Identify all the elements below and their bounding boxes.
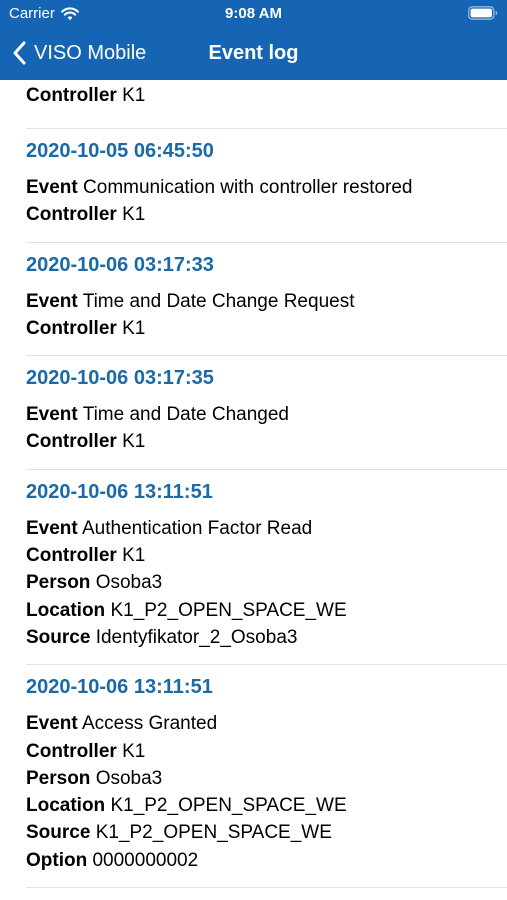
field-value: Identyfikator_2_Osoba3	[95, 626, 298, 648]
divider	[26, 468, 507, 470]
field-label: Person	[26, 767, 91, 789]
status-time: 9:08 AM	[225, 5, 282, 22]
app-screen: Carrier 9:08 AM VISO Mobile Event log Co…	[0, 0, 507, 900]
divider	[26, 887, 507, 889]
field-label: Controller	[26, 545, 117, 567]
field-label: Event	[26, 177, 78, 198]
field-controller: Controller K1	[26, 201, 507, 228]
field-label: Controller	[26, 204, 117, 226]
field-event: Event Time and Date Change Request	[26, 288, 507, 315]
field-event: Event Time and Date Changed	[26, 401, 507, 428]
field-label: Event	[26, 517, 78, 539]
field-label: Controller	[26, 85, 117, 106]
field-label: Location	[26, 599, 106, 621]
event-details: Event Time and Date Changed Controller K…	[26, 401, 507, 469]
status-bar: Carrier 9:08 AM	[0, 0, 507, 28]
field-value: K1	[122, 545, 146, 567]
field-value: Osoba3	[95, 572, 163, 594]
field-label: Source	[26, 626, 91, 648]
field-option: Option 0000000002	[26, 847, 507, 874]
event-entry[interactable]: 2020-10-06 13:11:51 Event Authentication…	[0, 480, 507, 664]
divider	[26, 664, 507, 666]
field-value: Access Granted	[81, 713, 218, 735]
field-person: Person Osoba3	[26, 765, 507, 792]
page-title: Event log	[208, 42, 299, 64]
field-label: Event	[26, 290, 78, 312]
field-source: Source K1_P2_OPEN_SPACE_WE	[26, 819, 507, 846]
field-person: Person Osoba3	[26, 569, 507, 596]
field-location: Location K1_P2_OPEN_SPACE_WE	[26, 792, 507, 819]
event-timestamp: 2020-10-06 03:17:33	[26, 253, 214, 276]
event-entry-partial[interactable]: Controller K1	[0, 80, 507, 128]
field-value: K1	[122, 85, 146, 106]
field-value: K1_P2_OPEN_SPACE_WE	[95, 822, 332, 844]
field-controller: Controller K1	[26, 542, 507, 569]
field-controller: Controller K1	[26, 315, 507, 342]
field-label: Source	[26, 822, 91, 844]
field-label: Controller	[26, 431, 117, 453]
field-controller: Controller K1	[26, 428, 507, 455]
field-controller: Controller K1	[26, 82, 507, 109]
field-label: Controller	[26, 740, 117, 762]
field-label: Event	[26, 404, 78, 426]
field-label: Option	[26, 849, 88, 871]
battery-icon	[468, 6, 498, 20]
field-value: K1	[122, 740, 146, 762]
event-timestamp: 2020-10-06 13:11:51	[26, 676, 213, 699]
field-label: Location	[26, 795, 106, 817]
navigation-bar: VISO Mobile Event log	[0, 28, 507, 80]
field-source: Source Identyfikator_2_Osoba3	[26, 624, 507, 651]
field-value: Osoba3	[95, 767, 163, 789]
event-timestamp: 2020-10-06 03:17:35	[26, 367, 214, 390]
field-value: K1_P2_OPEN_SPACE_WE	[110, 795, 347, 817]
event-details: Event Access Granted Controller K1 Perso…	[26, 710, 507, 887]
field-value: K1	[122, 204, 146, 226]
top-bar: Carrier 9:08 AM VISO Mobile Event log	[0, 0, 507, 80]
event-entry[interactable]: 2020-10-06 03:17:35 Event Time and Date …	[0, 366, 507, 469]
field-label: Person	[26, 572, 91, 594]
field-event: Event Authentication Factor Read	[26, 515, 507, 542]
field-controller: Controller K1	[26, 738, 507, 765]
field-value: K1_P2_OPEN_SPACE_WE	[110, 599, 347, 621]
field-label: Event	[26, 713, 78, 735]
field-event: Event Communication with controller rest…	[26, 174, 507, 201]
divider	[26, 355, 507, 357]
event-entry[interactable]: 2020-10-05 06:45:50 Event Communication …	[0, 139, 507, 242]
field-value: Communication with controller restored	[83, 177, 413, 198]
event-timestamp: 2020-10-05 06:45:50	[26, 140, 214, 162]
divider	[26, 128, 507, 129]
field-value: 0000000002	[92, 849, 199, 871]
field-value: Time and Date Change Request	[82, 290, 355, 312]
event-timestamp: 2020-10-06 13:11:51	[26, 480, 213, 503]
divider	[26, 241, 507, 243]
event-details: Event Communication with controller rest…	[26, 174, 507, 242]
event-entry[interactable]: 2020-10-06 13:11:51 Event Access Granted…	[0, 675, 507, 887]
field-event: Event Access Granted	[26, 710, 507, 737]
field-value: Authentication Factor Read	[81, 517, 313, 539]
field-value: K1	[122, 431, 146, 453]
field-value: K1	[122, 317, 146, 339]
field-label: Controller	[26, 317, 117, 339]
field-location: Location K1_P2_OPEN_SPACE_WE	[26, 597, 507, 624]
event-details: Event Time and Date Change Request Contr…	[26, 288, 507, 356]
field-value: Time and Date Changed	[82, 404, 289, 426]
event-list[interactable]: Controller K1 2020-10-05 06:45:50 Event …	[0, 80, 507, 900]
event-details: Event Authentication Factor Read Control…	[26, 515, 507, 664]
event-entry[interactable]: 2020-10-06 03:17:33 Event Time and Date …	[0, 253, 507, 356]
